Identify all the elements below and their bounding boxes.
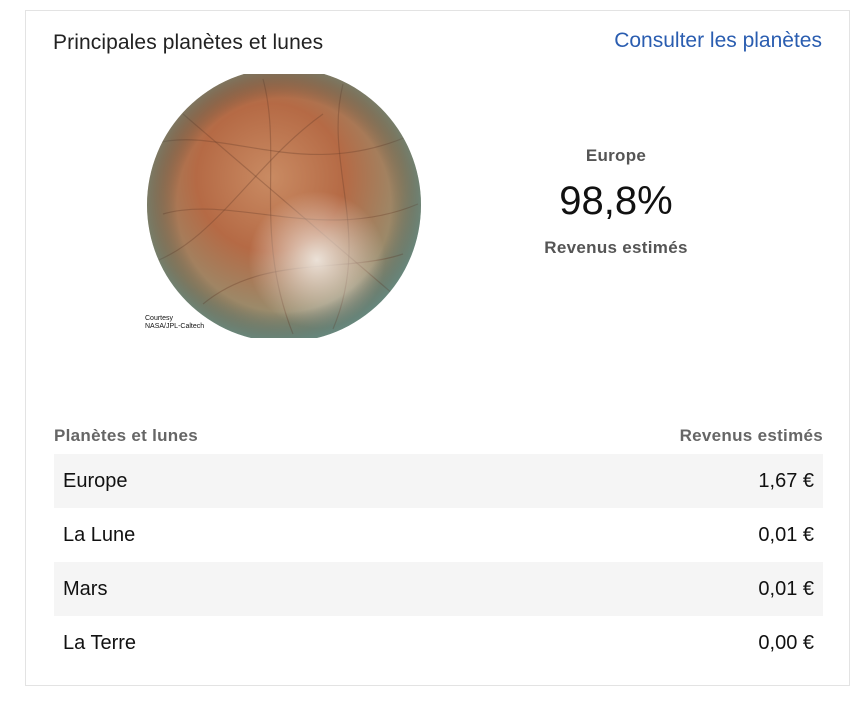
card-title: Principales planètes et lunes bbox=[53, 31, 324, 54]
row-value: 0,01 € bbox=[758, 577, 814, 600]
top-planets-card: Principales planètes et lunes Consulter … bbox=[25, 10, 850, 686]
row-name: Mars bbox=[63, 577, 108, 600]
table-row[interactable]: Europe 1,67 € bbox=[54, 454, 823, 508]
table-row[interactable]: La Lune 0,01 € bbox=[54, 508, 823, 562]
row-value: 1,67 € bbox=[758, 469, 814, 492]
row-value: 0,00 € bbox=[758, 631, 814, 654]
highlight-name: Europe bbox=[585, 146, 647, 165]
image-credit: Courtesy NASA/JPL-Caltech bbox=[145, 315, 205, 330]
table-header: Planètes et lunes Revenus estimés bbox=[54, 418, 823, 454]
planet-image bbox=[147, 74, 421, 338]
planets-table: Planètes et lunes Revenus estimés Europe… bbox=[54, 418, 823, 670]
highlight-stat: Europe 98,8% Revenus estimés bbox=[496, 146, 736, 258]
row-name: La Lune bbox=[63, 523, 136, 546]
highlight-value: 98,8% bbox=[559, 179, 673, 223]
table-row[interactable]: Mars 0,01 € bbox=[54, 562, 823, 616]
column-header-name: Planètes et lunes bbox=[54, 426, 198, 445]
view-planets-link[interactable]: Consulter les planètes bbox=[614, 29, 822, 53]
column-header-revenue: Revenus estimés bbox=[679, 426, 823, 445]
row-value: 0,01 € bbox=[758, 523, 814, 546]
highlight-caption: Revenus estimés bbox=[544, 238, 688, 257]
row-name: La Terre bbox=[63, 631, 137, 654]
table-row[interactable]: La Terre 0,00 € bbox=[54, 616, 823, 670]
row-name: Europe bbox=[63, 469, 128, 492]
